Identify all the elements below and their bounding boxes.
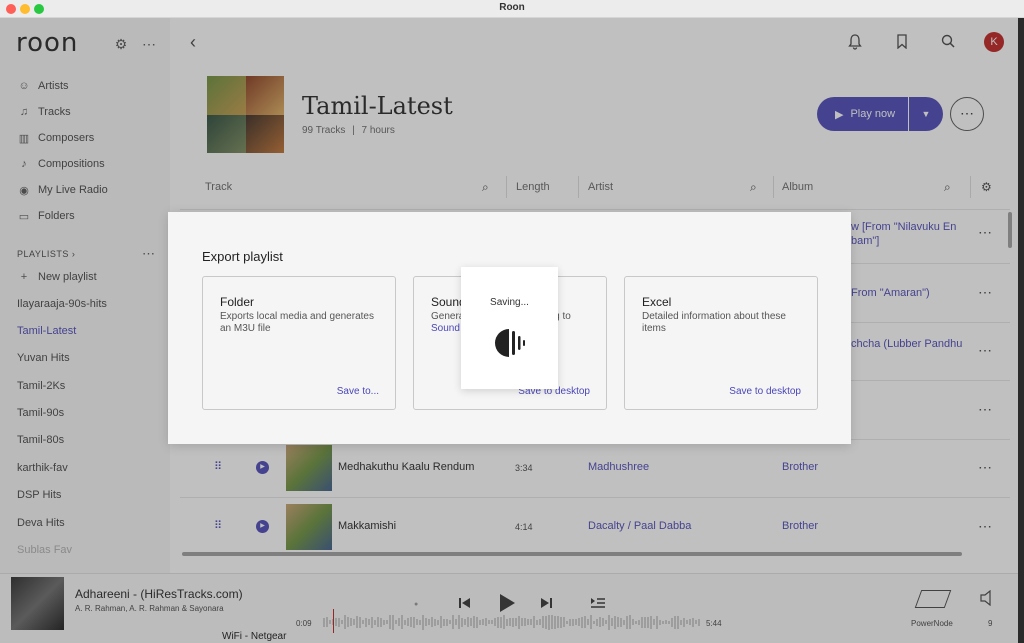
save-to-desktop-button[interactable]: Save to desktop: [729, 386, 801, 397]
card-title: Excel: [642, 295, 672, 309]
roon-spinner-icon: [493, 327, 527, 362]
card-title: Folder: [220, 295, 255, 309]
export-folder-card[interactable]: Folder Exports local media and generates…: [202, 276, 396, 410]
desktop-edge: [1018, 18, 1024, 643]
saving-label: Saving...: [490, 297, 529, 308]
window-title: Roon: [499, 2, 525, 13]
sound-link[interactable]: Sound: [431, 323, 460, 334]
export-excel-card[interactable]: Excel Detailed information about these i…: [624, 276, 818, 410]
card-description: Detailed information about these items: [642, 311, 786, 334]
saving-popup: Saving...: [461, 267, 558, 389]
window-titlebar: Roon: [0, 0, 1024, 18]
card-description-part: Genera: [431, 311, 465, 322]
save-to-button[interactable]: Save to...: [337, 386, 379, 397]
card-description: Exports local media and generates an M3U…: [220, 311, 374, 334]
wifi-status-text: WiFi - Netgear: [222, 631, 287, 642]
dialog-title: Export playlist: [202, 249, 283, 264]
